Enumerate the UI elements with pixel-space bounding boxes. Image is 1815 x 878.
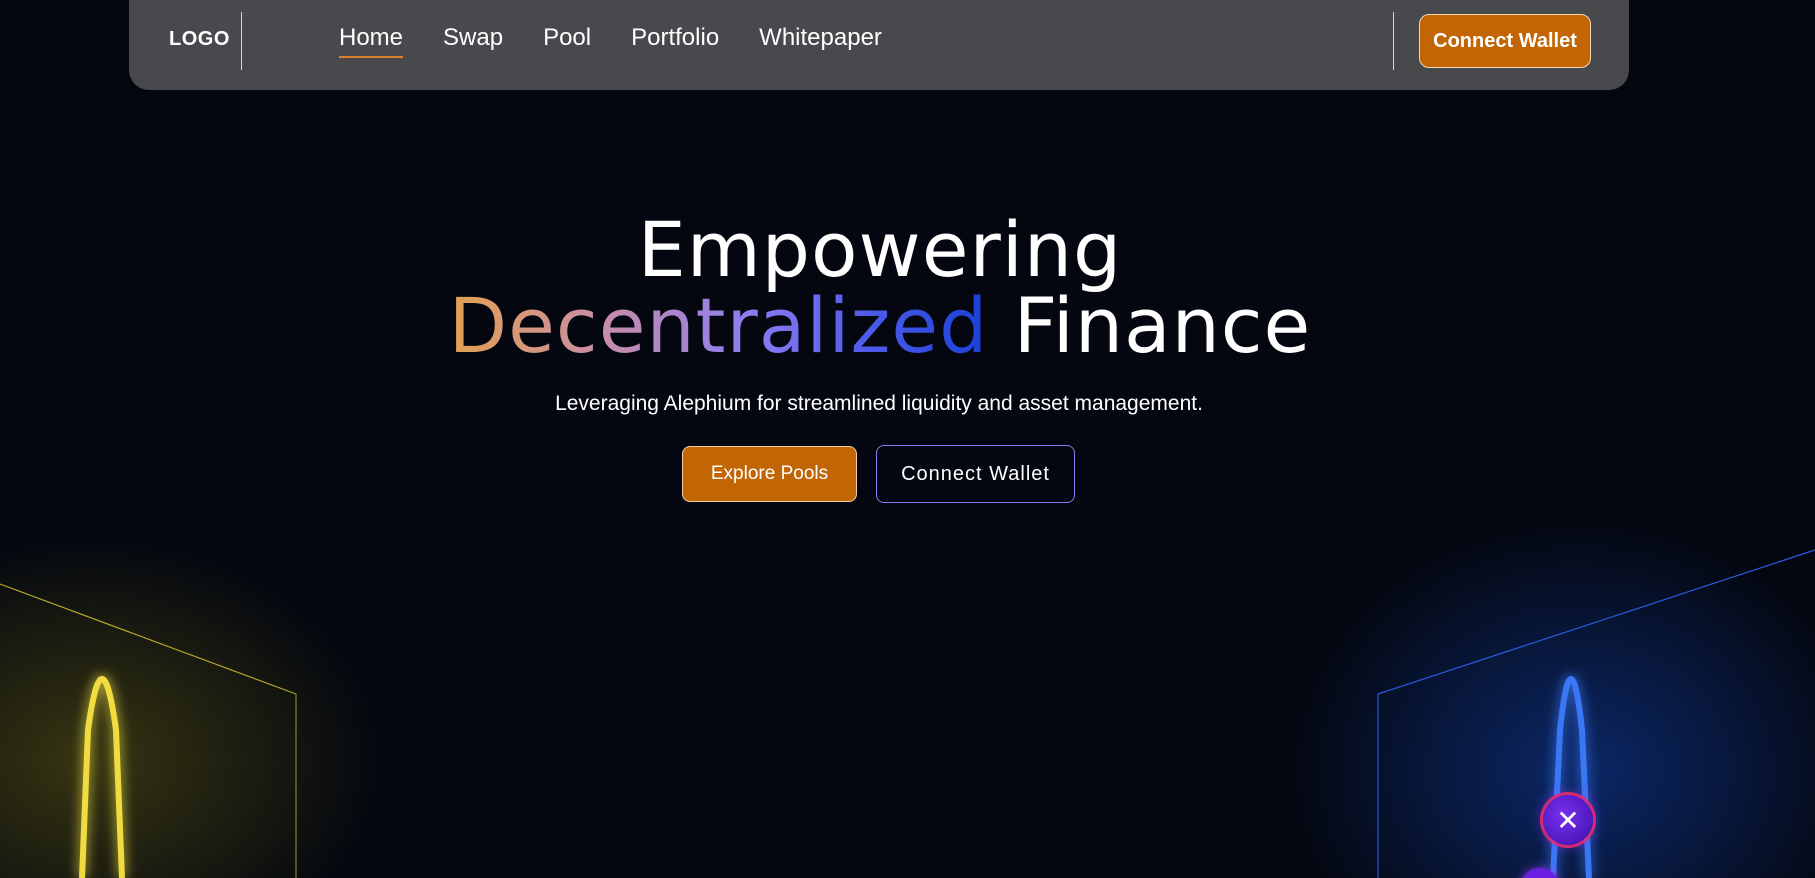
neon-arch-left	[79, 676, 125, 878]
navbar-divider-right	[1393, 12, 1394, 70]
logo[interactable]: LOGO	[169, 28, 230, 51]
explore-pools-button[interactable]: Explore Pools	[682, 446, 857, 502]
top-navbar: LOGO Home Swap Pool Portfolio Whitepaper…	[129, 0, 1629, 90]
neon-room-illustration	[0, 549, 1815, 878]
room-edge-left	[0, 583, 297, 695]
hero-title-highlight: Decentralized	[448, 281, 989, 370]
hero-subtitle: Leveraging Alephium for streamlined liqu…	[555, 392, 1203, 415]
nav-link-whitepaper[interactable]: Whitepaper	[759, 24, 882, 58]
token-symbol: ✕	[1556, 803, 1580, 837]
navbar-divider-left	[241, 12, 242, 70]
hero-title-line1: Empowering	[637, 205, 1123, 294]
connect-wallet-button-hero[interactable]: Connect Wallet	[876, 445, 1075, 503]
nav-link-portfolio[interactable]: Portfolio	[631, 24, 719, 58]
room-edge-right	[1377, 549, 1815, 695]
nav-links: Home Swap Pool Portfolio Whitepaper	[339, 24, 882, 58]
nav-link-swap[interactable]: Swap	[443, 24, 503, 58]
neon-arch-right	[1550, 676, 1592, 878]
hero-title-rest: Finance	[1013, 281, 1312, 370]
token-icon: ✕	[1543, 795, 1593, 845]
connect-wallet-button-nav[interactable]: Connect Wallet	[1419, 14, 1591, 68]
nav-link-pool[interactable]: Pool	[543, 24, 591, 58]
hero-title-line2: Decentralized Finance	[0, 284, 1760, 368]
landing-page: ✕ LOGO Home Swap Pool Portfolio Whitepap…	[0, 0, 1815, 878]
nav-link-home[interactable]: Home	[339, 24, 404, 58]
token-icon-secondary	[1520, 868, 1560, 878]
